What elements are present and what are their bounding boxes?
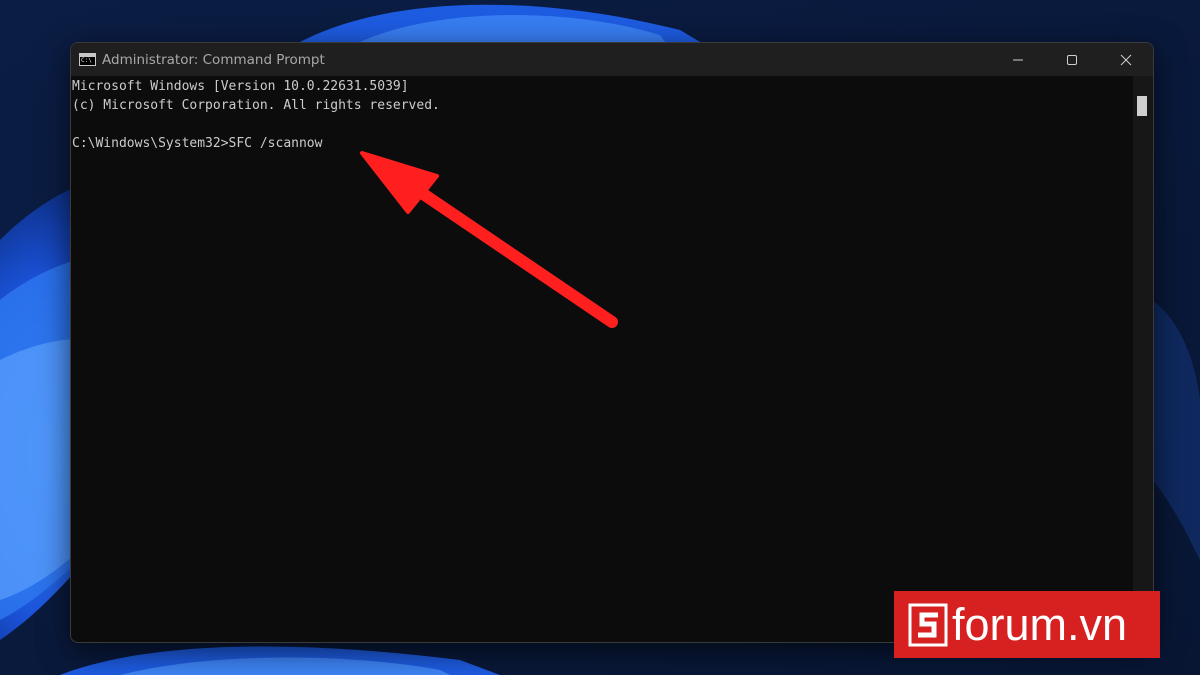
command-prompt-app-icon[interactable]: C:\	[79, 53, 96, 66]
command-prompt-window[interactable]: C:\ Administrator: Command Prompt Micros…	[70, 42, 1154, 643]
terminal-output[interactable]: Microsoft Windows [Version 10.0.22631.50…	[72, 77, 1132, 640]
maximize-icon	[1067, 54, 1077, 65]
minimize-button[interactable]	[991, 43, 1045, 76]
scrollbar-thumb[interactable]	[1137, 96, 1147, 116]
watermark-text: forum.vn	[952, 599, 1128, 650]
window-controls	[991, 43, 1153, 76]
window-titlebar[interactable]: C:\ Administrator: Command Prompt	[71, 43, 1153, 76]
terminal-line: (c) Microsoft Corporation. All rights re…	[72, 98, 440, 113]
app-icon-label: C:\	[81, 57, 92, 64]
terminal-line: Microsoft Windows [Version 10.0.22631.50…	[72, 79, 409, 94]
sforum-logo-icon	[908, 603, 948, 646]
sforum-watermark: forum.vn	[894, 591, 1160, 658]
window-title: Administrator: Command Prompt	[102, 51, 325, 68]
close-icon	[1120, 54, 1132, 65]
command-line: C:\Windows\System32>SFC /scannow	[72, 136, 323, 151]
vertical-scrollbar[interactable]	[1133, 76, 1153, 641]
maximize-button[interactable]	[1045, 43, 1099, 76]
close-button[interactable]	[1099, 43, 1153, 76]
minimize-icon	[1013, 59, 1023, 60]
